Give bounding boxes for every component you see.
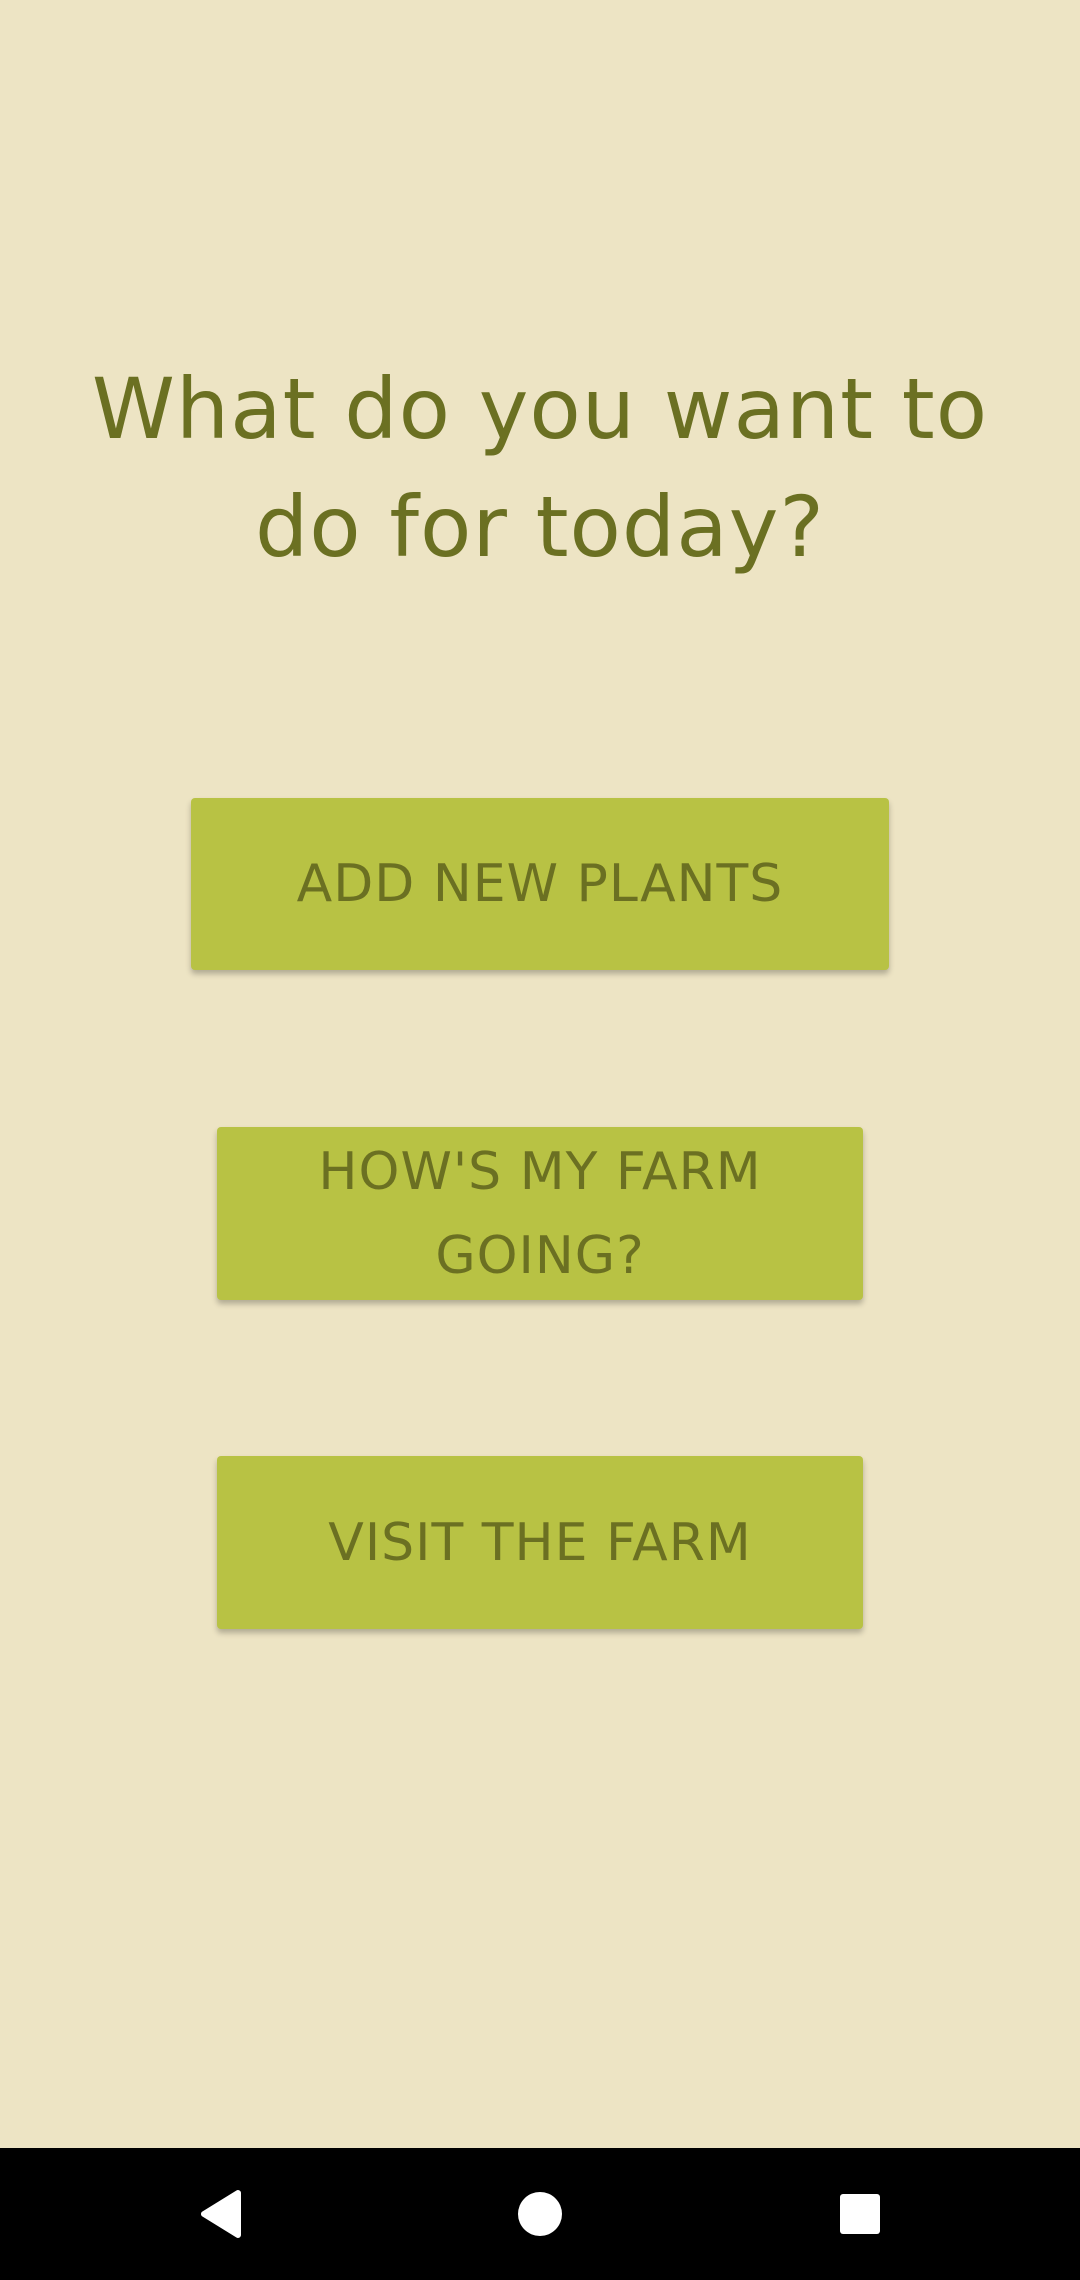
nav-back-button[interactable]	[160, 2148, 280, 2280]
add-new-plants-button[interactable]: ADD NEW PLANTS	[191, 798, 889, 970]
page-title: What do you want to do for today?	[91, 360, 989, 576]
home-circle-icon	[518, 2192, 562, 2236]
system-navigation-bar	[0, 2148, 1080, 2280]
visit-the-farm-button[interactable]: VISIT THE FARM	[217, 1456, 863, 1629]
hows-my-farm-going-button[interactable]: HOW'S MY FARM GOING?	[217, 1127, 863, 1300]
recents-square-icon	[840, 2194, 880, 2234]
main-screen: What do you want to do for today? ADD NE…	[0, 0, 1080, 2148]
nav-home-button[interactable]	[480, 2148, 600, 2280]
back-triangle-icon	[201, 2190, 241, 2238]
nav-recents-button[interactable]	[800, 2148, 920, 2280]
